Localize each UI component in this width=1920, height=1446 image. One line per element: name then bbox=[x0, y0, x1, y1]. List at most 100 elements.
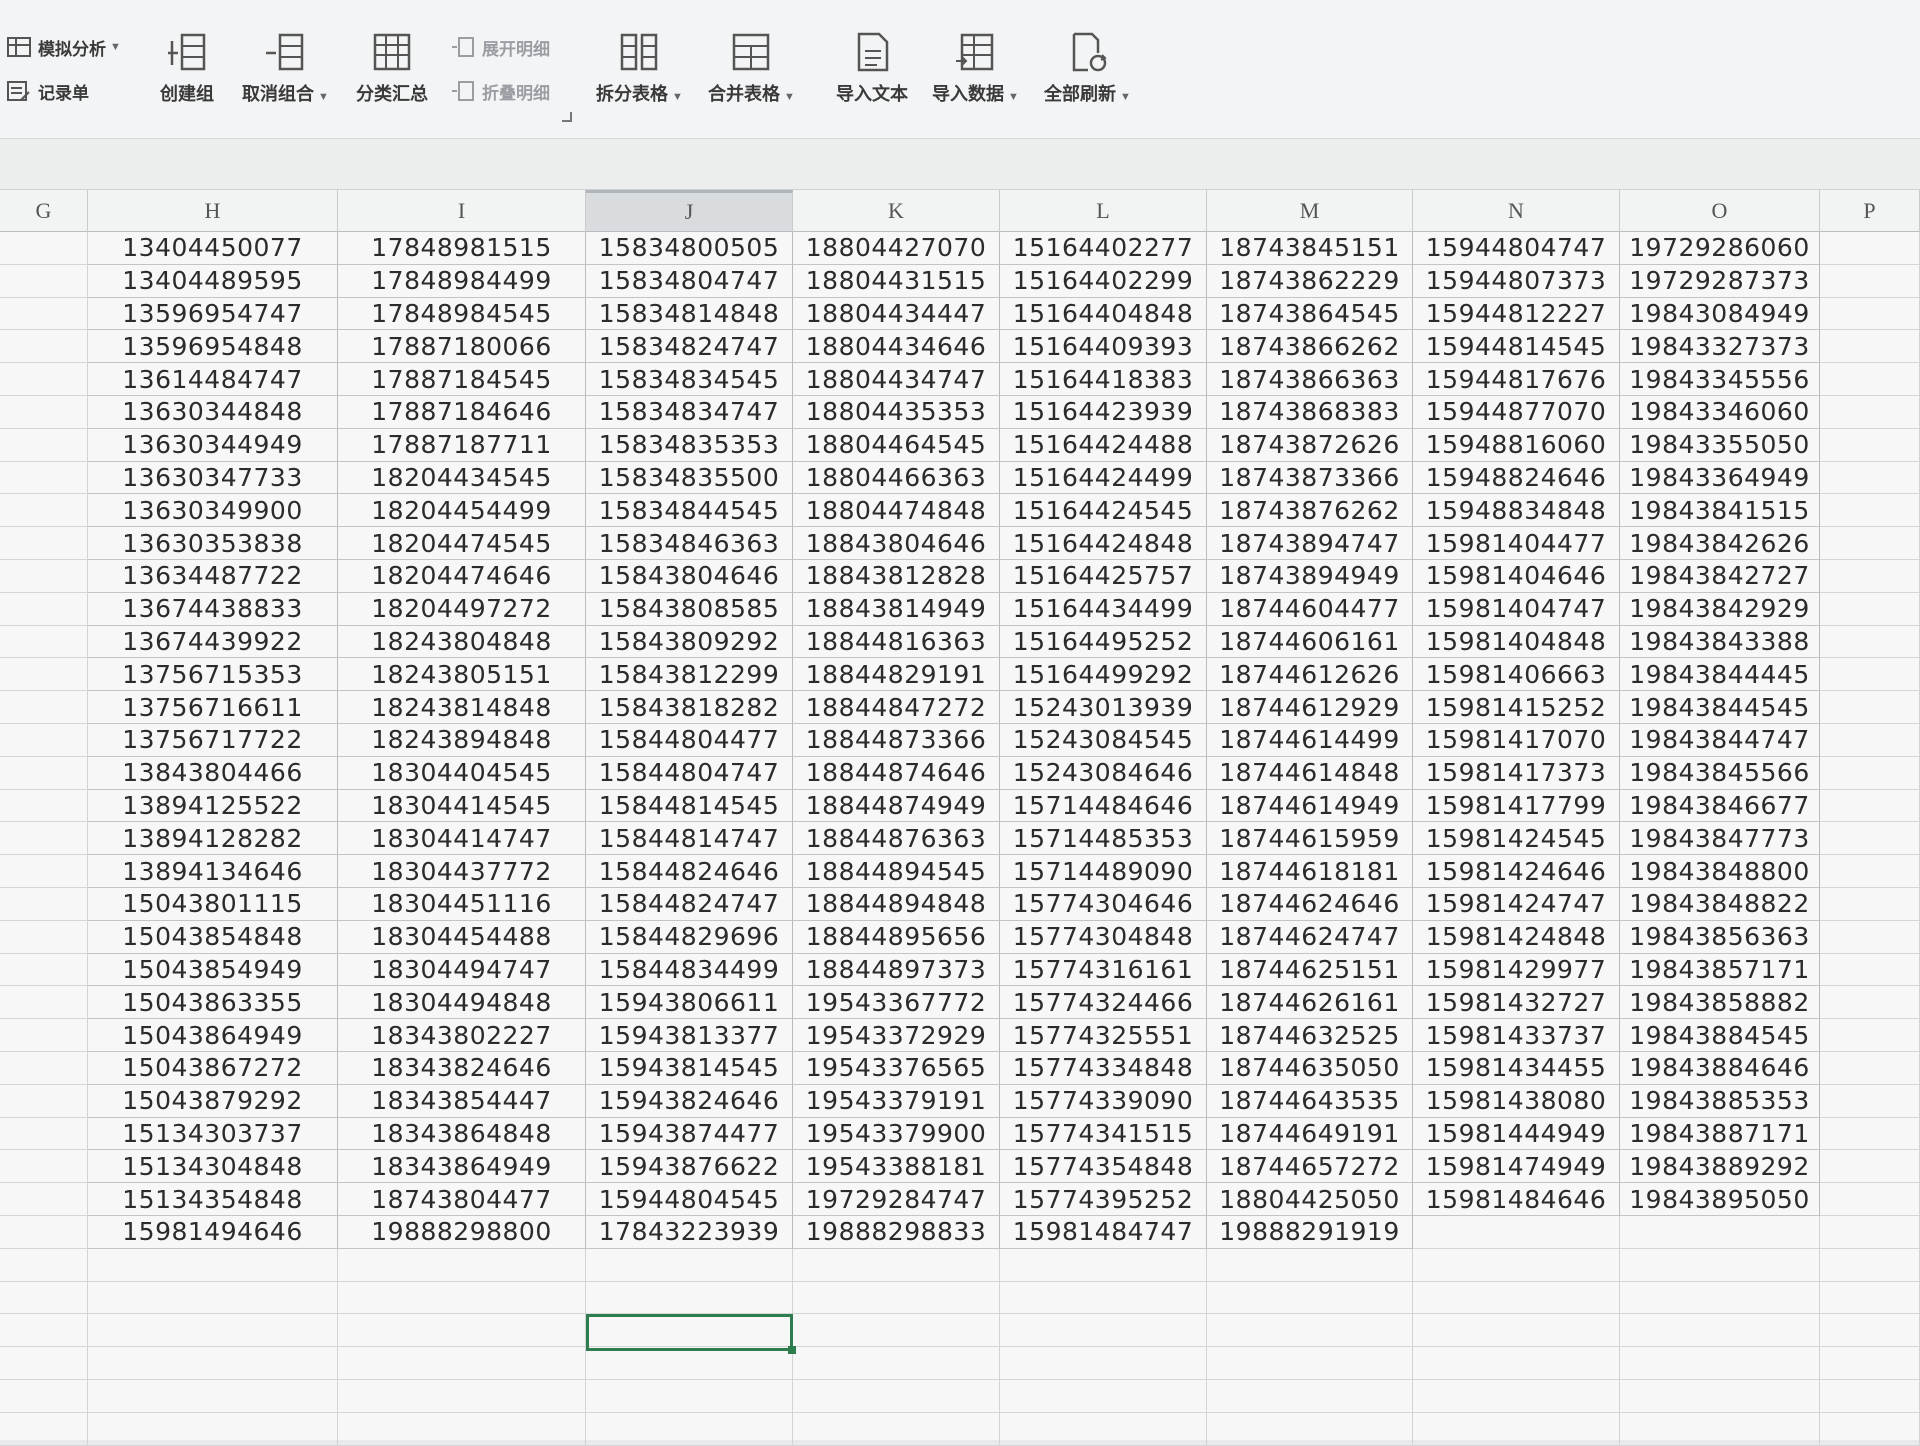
refresh-all-button[interactable]: 全部刷新 ▼ bbox=[1044, 30, 1131, 106]
cell-h12[interactable]: 13674438833 bbox=[88, 592, 338, 626]
empty-cell[interactable] bbox=[88, 1380, 338, 1413]
cell-h6[interactable]: 13630344848 bbox=[88, 396, 338, 429]
cell-k2[interactable]: 18804431515 bbox=[793, 264, 1000, 298]
cell-n15[interactable]: 15981415252 bbox=[1413, 691, 1620, 724]
cell-l16[interactable]: 15243084545 bbox=[1000, 724, 1207, 757]
cell-m8[interactable]: 18743873366 bbox=[1207, 461, 1413, 495]
empty-cell[interactable] bbox=[0, 1117, 88, 1151]
cell-i22[interactable]: 18304454488 bbox=[338, 920, 586, 954]
cell-i12[interactable]: 18204497272 bbox=[338, 592, 586, 626]
empty-cell[interactable] bbox=[1413, 1248, 1620, 1282]
empty-cell[interactable] bbox=[1820, 855, 1920, 888]
cell-n5[interactable]: 15944817676 bbox=[1413, 363, 1620, 396]
cell-o3[interactable]: 19843084949 bbox=[1620, 297, 1820, 331]
empty-cell[interactable] bbox=[793, 1380, 1000, 1413]
what-if-analysis-button[interactable]: 模拟分析 ▼ bbox=[6, 34, 121, 60]
empty-cell[interactable] bbox=[338, 1380, 586, 1413]
cell-m17[interactable]: 18744614848 bbox=[1207, 756, 1413, 790]
active-cell-selection[interactable] bbox=[586, 1314, 796, 1354]
cell-n11[interactable]: 15981404646 bbox=[1413, 560, 1620, 593]
cell-h4[interactable]: 13596954848 bbox=[88, 330, 338, 364]
cell-h26[interactable]: 15043867272 bbox=[88, 1052, 338, 1085]
cell-m1[interactable]: 18743845151 bbox=[1207, 232, 1413, 265]
empty-cell[interactable] bbox=[1820, 822, 1920, 856]
empty-cell[interactable] bbox=[0, 1412, 88, 1446]
empty-cell[interactable] bbox=[1820, 560, 1920, 593]
empty-cell[interactable] bbox=[88, 1248, 338, 1282]
empty-cell[interactable] bbox=[793, 1412, 1000, 1446]
expand-detail-button[interactable]: 展开明细 bbox=[450, 34, 550, 60]
empty-cell[interactable] bbox=[1207, 1380, 1413, 1413]
cell-l24[interactable]: 15774324466 bbox=[1000, 986, 1207, 1020]
cell-o1[interactable]: 19729286060 bbox=[1620, 232, 1820, 265]
empty-cell[interactable] bbox=[1820, 428, 1920, 462]
empty-cell[interactable] bbox=[0, 756, 88, 790]
empty-cell[interactable] bbox=[1000, 1248, 1207, 1282]
empty-cell[interactable] bbox=[0, 428, 88, 462]
cell-n28[interactable]: 15981444949 bbox=[1413, 1117, 1620, 1151]
empty-cell[interactable] bbox=[1820, 1347, 1920, 1380]
cell-h25[interactable]: 15043864949 bbox=[88, 1019, 338, 1052]
cell-k7[interactable]: 18804464545 bbox=[793, 428, 1000, 462]
empty-cell[interactable] bbox=[1820, 986, 1920, 1020]
cell-m3[interactable]: 18743864545 bbox=[1207, 297, 1413, 331]
cell-n19[interactable]: 15981424545 bbox=[1413, 822, 1620, 856]
empty-cell[interactable] bbox=[88, 1314, 338, 1348]
cell-o26[interactable]: 19843884646 bbox=[1620, 1052, 1820, 1085]
cell-l13[interactable]: 15164495252 bbox=[1000, 625, 1207, 659]
cell-h21[interactable]: 15043801115 bbox=[88, 888, 338, 921]
cell-j5[interactable]: 15834834545 bbox=[586, 363, 793, 396]
cell-i8[interactable]: 18204434545 bbox=[338, 461, 586, 495]
column-header-h[interactable]: H bbox=[88, 190, 338, 232]
cell-o25[interactable]: 19843884545 bbox=[1620, 1019, 1820, 1052]
empty-cell[interactable] bbox=[793, 1248, 1000, 1282]
empty-cell[interactable] bbox=[1820, 1019, 1920, 1052]
cell-j12[interactable]: 15843808585 bbox=[586, 592, 793, 626]
cell-m28[interactable]: 18744649191 bbox=[1207, 1117, 1413, 1151]
cell-i27[interactable]: 18343854447 bbox=[338, 1084, 586, 1118]
cell-i1[interactable]: 17848981515 bbox=[338, 232, 586, 265]
cell-h16[interactable]: 13756717722 bbox=[88, 724, 338, 757]
cell-o4[interactable]: 19843327373 bbox=[1620, 330, 1820, 364]
cell-o21[interactable]: 19843848822 bbox=[1620, 888, 1820, 921]
cell-n4[interactable]: 15944814545 bbox=[1413, 330, 1620, 364]
cell-n18[interactable]: 15981417799 bbox=[1413, 789, 1620, 823]
empty-cell[interactable] bbox=[88, 1412, 338, 1446]
empty-cell[interactable] bbox=[1820, 1150, 1920, 1184]
cell-j19[interactable]: 15844814747 bbox=[586, 822, 793, 856]
cell-i7[interactable]: 17887187711 bbox=[338, 428, 586, 462]
empty-cell[interactable] bbox=[1207, 1314, 1413, 1348]
cell-h27[interactable]: 15043879292 bbox=[88, 1084, 338, 1118]
subtotal-button[interactable]: 分类汇总 bbox=[356, 30, 428, 106]
cell-h19[interactable]: 13894128282 bbox=[88, 822, 338, 856]
cell-i26[interactable]: 18343824646 bbox=[338, 1052, 586, 1085]
cell-l21[interactable]: 15774304646 bbox=[1000, 888, 1207, 921]
cell-o18[interactable]: 19843846677 bbox=[1620, 789, 1820, 823]
empty-cell[interactable] bbox=[0, 363, 88, 396]
empty-cell[interactable] bbox=[0, 297, 88, 331]
cell-h28[interactable]: 15134303737 bbox=[88, 1117, 338, 1151]
cell-i15[interactable]: 18243814848 bbox=[338, 691, 586, 724]
cell-j15[interactable]: 15843818282 bbox=[586, 691, 793, 724]
cell-h9[interactable]: 13630349900 bbox=[88, 494, 338, 528]
empty-cell[interactable] bbox=[0, 920, 88, 954]
cell-n24[interactable]: 15981432727 bbox=[1413, 986, 1620, 1020]
cell-n12[interactable]: 15981404747 bbox=[1413, 592, 1620, 626]
cell-j23[interactable]: 15844834499 bbox=[586, 953, 793, 987]
column-header-o[interactable]: O bbox=[1620, 190, 1820, 232]
cell-l31[interactable]: 15981484747 bbox=[1000, 1216, 1207, 1249]
cell-l12[interactable]: 15164434499 bbox=[1000, 592, 1207, 626]
empty-cell[interactable] bbox=[1620, 1380, 1820, 1413]
import-data-button[interactable]: 导入数据 ▼ bbox=[932, 30, 1019, 106]
cell-n3[interactable]: 15944812227 bbox=[1413, 297, 1620, 331]
cell-j2[interactable]: 15834804747 bbox=[586, 264, 793, 298]
cell-o9[interactable]: 19843841515 bbox=[1620, 494, 1820, 528]
empty-cell[interactable] bbox=[1820, 330, 1920, 364]
empty-cell[interactable] bbox=[1620, 1347, 1820, 1380]
cell-h20[interactable]: 13894134646 bbox=[88, 855, 338, 888]
cell-n7[interactable]: 15948816060 bbox=[1413, 428, 1620, 462]
empty-cell[interactable] bbox=[1820, 1117, 1920, 1151]
empty-cell[interactable] bbox=[586, 1412, 793, 1446]
empty-cell[interactable] bbox=[0, 1052, 88, 1085]
cell-o17[interactable]: 19843845566 bbox=[1620, 756, 1820, 790]
